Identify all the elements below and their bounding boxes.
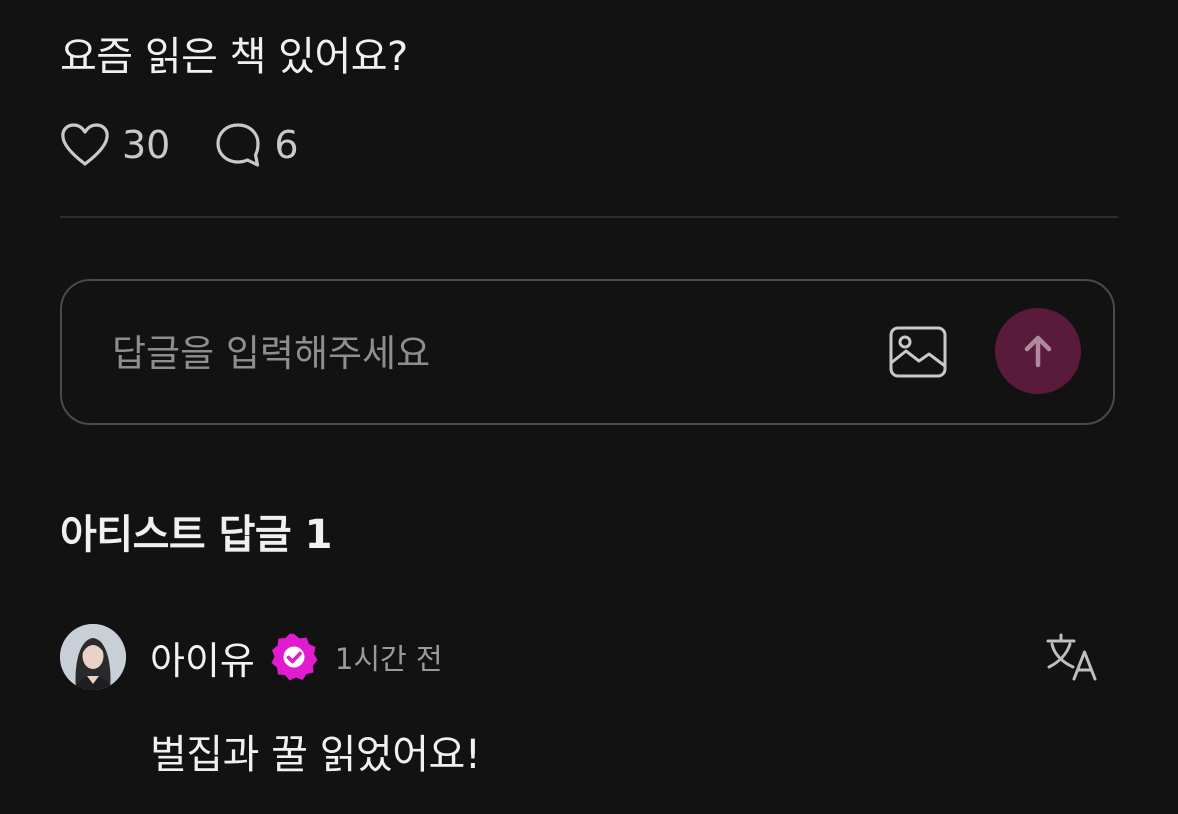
- artist-reply-text: 벌집과 꿀 읽었어요!: [150, 732, 481, 778]
- divider: [60, 216, 1118, 218]
- post-detail-screen: 요즘 읽은 책 있어요? 30 6 답글을 입력해주세요 아티스트 답글 1 아…: [0, 0, 1178, 814]
- heart-icon: [61, 123, 109, 166]
- arrow-up-icon: [1024, 335, 1052, 368]
- artist-reply-header: 아이유 1시간 전: [60, 624, 443, 690]
- reply-timestamp: 1시간 전: [334, 642, 443, 676]
- avatar[interactable]: [60, 624, 126, 690]
- translate-button[interactable]: [1044, 632, 1100, 682]
- reply-composer: [60, 279, 1115, 425]
- verified-badge-icon: [271, 633, 318, 681]
- reply-input[interactable]: [112, 325, 812, 381]
- artist-replies-title: 아티스트 답글 1: [60, 512, 332, 558]
- image-icon: [889, 326, 947, 378]
- like-count: 30: [122, 123, 171, 167]
- comment-button[interactable]: 6: [214, 121, 299, 169]
- author-name[interactable]: 아이유: [150, 630, 255, 685]
- comment-count: 6: [274, 123, 299, 167]
- avatar-image: [60, 624, 126, 690]
- speech-bubble-icon: [216, 123, 260, 167]
- attach-image-button[interactable]: [888, 325, 948, 381]
- post-reactions: 30 6: [60, 118, 299, 172]
- translate-icon: [1046, 633, 1097, 681]
- post-text: 요즘 읽은 책 있어요?: [60, 34, 408, 80]
- send-reply-button[interactable]: [995, 308, 1081, 394]
- like-button[interactable]: 30: [60, 122, 170, 168]
